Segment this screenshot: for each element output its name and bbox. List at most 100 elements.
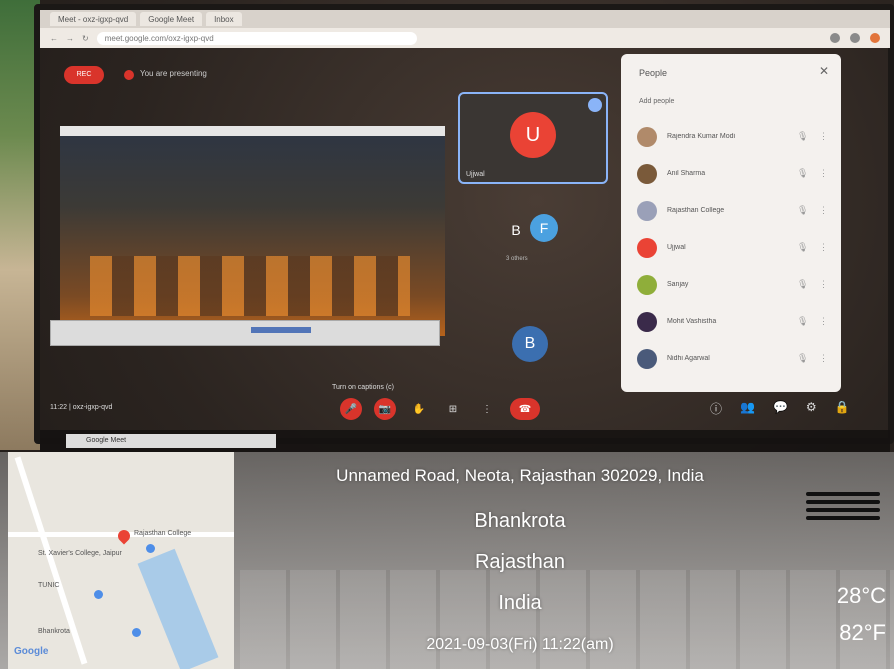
participant-row[interactable]: Rajendra Kumar Modi 🎙 ⋮ [621,118,841,155]
nested-tab-highlight [251,327,311,333]
more-vert-icon[interactable]: ⋮ [819,353,828,364]
chat-icon[interactable]: 💬 [773,400,788,417]
reload-icon[interactable]: ↻ [82,34,89,43]
avatar: F [530,214,558,242]
avatar: B [512,326,548,362]
avatar [637,237,657,258]
video-content [90,256,410,316]
more-vert-icon[interactable]: ⋮ [819,205,828,216]
os-taskbar: Google Meet [40,430,890,452]
activities-icon[interactable]: ⚙ [806,400,817,417]
host-controls-icon[interactable]: 🔒 [835,400,850,417]
participant-row[interactable]: Mohit Vashistha 🎙 ⋮ [621,303,841,340]
mic-off-icon[interactable]: 🎙 [797,168,819,179]
browser-tab[interactable]: Inbox [206,12,242,26]
mic-off-button[interactable]: 🎤 [340,398,362,420]
avatar [637,126,657,147]
more-vert-icon[interactable]: ⋮ [819,316,828,327]
close-icon[interactable]: ✕ [819,64,829,78]
location-pin-icon [115,527,133,545]
mic-off-icon[interactable]: 🎙 [797,131,819,142]
mic-off-icon[interactable]: 🎙 [797,242,819,253]
captions-hint: Turn on captions (c) [332,384,394,391]
mic-off-icon[interactable]: 🎙 [797,316,819,327]
more-vert-icon[interactable]: ⋮ [819,279,828,290]
browser-address-bar: ← → ↻ meet.google.com/oxz-igxp-qvd [40,28,890,48]
people-icon[interactable]: 👥 [740,400,755,417]
profile-avatar[interactable] [870,33,880,43]
participant-row[interactable]: Anil Sharma 🎙 ⋮ [621,155,841,192]
shared-screen-video [60,126,445,336]
pin-icon[interactable] [588,98,602,112]
map-label: Bhankrota [38,628,70,635]
participant-name: Ujjwal [466,171,485,178]
participant-name: Mohit Vashistha [667,318,717,325]
participant-name: Rajasthan College [667,207,725,214]
laptop-keyboard [240,570,894,669]
poi-icon [146,544,155,553]
back-icon[interactable]: ← [50,34,58,43]
participant-name: Rajendra Kumar Modi [667,133,736,140]
gps-locality: Bhankrota [474,510,566,532]
avatar [637,200,657,221]
present-button[interactable]: ⊞ [442,398,464,420]
recording-badge: REC [64,66,104,84]
record-dot-icon [124,70,134,80]
forward-icon[interactable]: → [66,34,74,43]
participant-list: Rajendra Kumar Modi 🎙 ⋮ Anil Sharma 🎙 ⋮ Rajast… [621,118,841,377]
browser-tab[interactable]: Meet - oxz-igxp-qvd [50,12,137,26]
add-people-button[interactable]: Add people [639,98,674,105]
mic-off-icon[interactable]: 🎙 [797,353,819,364]
map-label: St. Xavier's College, Jaipur [38,550,122,557]
extension-icon[interactable] [850,33,860,43]
pinned-participant-tile[interactable]: U Ujjwal [458,92,608,184]
participant-row[interactable]: Nidhi Agarwal 🎙 ⋮ [621,340,841,377]
avatar: U [510,112,556,158]
map-thumbnail: Rajasthan College St. Xavier's College, … [8,452,234,669]
more-vert-icon[interactable]: ⋮ [819,168,828,179]
avatar: B [511,222,521,238]
nested-browser-window [50,320,440,346]
participant-row[interactable]: Rajasthan College 🎙 ⋮ [621,192,841,229]
url-input[interactable]: meet.google.com/oxz-igxp-qvd [96,31,417,45]
side-controls: ⓘ 👥 💬 ⚙ 🔒 [710,400,850,417]
info-icon[interactable]: ⓘ [710,400,722,417]
gps-address: Unnamed Road, Neota, Rajasthan 302029, I… [336,466,704,485]
map-label: Rajasthan College [134,530,192,537]
map-water [137,548,219,669]
more-vert-icon[interactable]: ⋮ [819,131,828,142]
google-logo: Google [14,646,49,657]
more-options-button[interactable]: ⋮ [476,398,498,420]
mic-off-icon[interactable]: 🎙 [797,279,819,290]
more-vert-icon[interactable]: ⋮ [819,242,828,253]
browser-tab-bar: Meet - oxz-igxp-qvd Google Meet Inbox [40,10,890,28]
participant-row[interactable]: Sanjay 🎙 ⋮ [621,266,841,303]
meeting-time-code: 11:22 | oxz-igxp-qvd [50,404,113,411]
avatar [637,274,657,295]
people-panel: People ✕ Add people Rajendra Kumar Modi 🎙… [621,54,841,392]
participant-name: Nidhi Agarwal [667,355,710,362]
camera-off-button[interactable]: 📷 [374,398,396,420]
temperature-fahrenheit: 82°F [839,620,886,645]
raise-hand-button[interactable]: ✋ [408,398,430,420]
poi-icon [94,590,103,599]
mic-off-icon[interactable]: 🎙 [797,205,819,216]
temperature-celsius: 28°C [836,583,886,608]
meet-call-area: REC You are presenting U Ujjwal B F 3 ot… [40,48,890,444]
gps-country: India [498,592,542,614]
others-count: 3 others [506,256,528,262]
gps-state: Rajasthan [474,551,566,573]
browser-tab[interactable]: Google Meet [140,12,203,26]
panel-title: People [639,68,668,78]
gps-datetime: 2021-09-03(Fri) 11:22(am) [426,636,614,653]
star-icon[interactable] [830,33,840,43]
participant-name: Ujjwal [667,244,686,251]
presenting-label: You are presenting [140,69,207,78]
participant-row[interactable]: Ujjwal 🎙 ⋮ [621,229,841,266]
taskbar-window[interactable]: Google Meet [66,434,276,448]
participant-name: Anil Sharma [667,170,706,177]
avatar [637,348,657,369]
hang-up-button[interactable]: ☎ [510,398,540,420]
haze-icon [806,488,880,528]
participant-name: Sanjay [667,281,689,288]
